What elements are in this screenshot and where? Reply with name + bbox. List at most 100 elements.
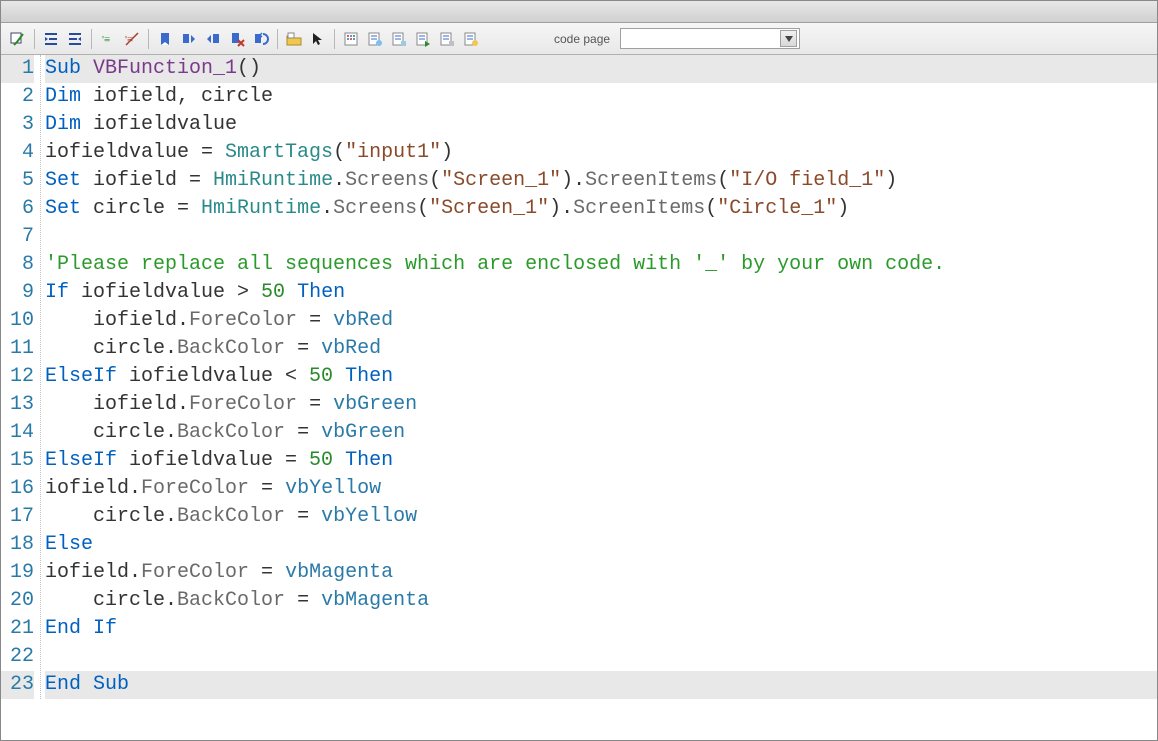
code-token: circle.: [45, 589, 177, 612]
code-line[interactable]: [45, 223, 1157, 251]
window-frame: '≡ '≡: [0, 0, 1158, 741]
code-line[interactable]: Dim iofieldvalue: [45, 111, 1157, 139]
code-line[interactable]: Else: [45, 531, 1157, 559]
code-line[interactable]: [45, 643, 1157, 671]
code-token: ForeColor: [141, 477, 249, 500]
code-token: Then: [285, 281, 345, 304]
line-number: 1: [1, 55, 34, 83]
check-syntax-icon: [10, 31, 26, 47]
code-line[interactable]: circle.BackColor = vbGreen: [45, 419, 1157, 447]
code-token: Dim: [45, 113, 93, 136]
prev-bookmark-icon: [205, 31, 221, 47]
code-token: ): [441, 141, 453, 164]
code-token: circle.: [45, 421, 177, 444]
line-number: 21: [1, 615, 34, 643]
code-token: ElseIf: [45, 365, 129, 388]
check-syntax-button[interactable]: [7, 28, 29, 50]
code-line[interactable]: iofieldvalue = SmartTags("input1"): [45, 139, 1157, 167]
line-number: 6: [1, 195, 34, 223]
comment-icon: '≡: [100, 31, 116, 47]
code-token: BackColor: [177, 505, 285, 528]
code-token: vbRed: [333, 309, 393, 332]
line-number: 22: [1, 643, 34, 671]
code-line[interactable]: circle.BackColor = vbRed: [45, 335, 1157, 363]
code-token: (: [717, 169, 729, 192]
code-line[interactable]: If iofieldvalue > 50 Then: [45, 279, 1157, 307]
script-template-2-button[interactable]: [388, 28, 410, 50]
code-token: Screens: [333, 197, 417, 220]
code-token: "Screen_1": [429, 197, 549, 220]
code-token: iofieldvalue =: [45, 141, 225, 164]
code-token: iofield.: [45, 393, 189, 416]
code-line[interactable]: iofield.ForeColor = vbRed: [45, 307, 1157, 335]
code-token: iofieldvalue: [93, 113, 237, 136]
code-line[interactable]: circle.BackColor = vbYellow: [45, 503, 1157, 531]
code-token: "I/O field_1": [729, 169, 885, 192]
code-token: ForeColor: [141, 561, 249, 584]
line-number: 4: [1, 139, 34, 167]
goto-bookmark-button[interactable]: [250, 28, 272, 50]
prev-bookmark-button[interactable]: [202, 28, 224, 50]
code-token: ).: [561, 169, 585, 192]
script-template-1-button[interactable]: [364, 28, 386, 50]
code-token: "Circle_1": [717, 197, 837, 220]
code-line[interactable]: iofield.ForeColor = vbMagenta: [45, 559, 1157, 587]
code-line[interactable]: Dim iofield, circle: [45, 83, 1157, 111]
toggle-bookmark-button[interactable]: [154, 28, 176, 50]
code-line[interactable]: ElseIf iofieldvalue = 50 Then: [45, 447, 1157, 475]
code-line[interactable]: iofield.ForeColor = vbGreen: [45, 391, 1157, 419]
code-line[interactable]: End Sub: [45, 671, 1157, 699]
comment-button[interactable]: '≡: [97, 28, 119, 50]
code-token: ForeColor: [189, 309, 297, 332]
code-token: (: [429, 169, 441, 192]
code-token: iofieldvalue =: [129, 449, 309, 472]
line-number: 9: [1, 279, 34, 307]
line-number-gutter: 1234567891011121314151617181920212223: [1, 55, 41, 699]
next-bookmark-button[interactable]: [178, 28, 200, 50]
outdent-button[interactable]: [64, 28, 86, 50]
line-number: 23: [1, 671, 34, 699]
code-token: HmiRuntime: [213, 169, 333, 192]
code-line[interactable]: Set iofield = HmiRuntime.Screens("Screen…: [45, 167, 1157, 195]
code-token: Dim: [45, 85, 93, 108]
line-number: 14: [1, 419, 34, 447]
code-token: ScreenItems: [573, 197, 705, 220]
line-number: 2: [1, 83, 34, 111]
code-token: "Screen_1": [441, 169, 561, 192]
script-template-4-button[interactable]: [436, 28, 458, 50]
codepage-select[interactable]: [620, 28, 800, 49]
uncomment-button[interactable]: '≡: [121, 28, 143, 50]
clear-bookmarks-button[interactable]: [226, 28, 248, 50]
titlebar: [1, 1, 1157, 23]
code-token: circle =: [93, 197, 201, 220]
code-line[interactable]: iofield.ForeColor = vbYellow: [45, 475, 1157, 503]
code-token: (: [417, 197, 429, 220]
object-list-button[interactable]: [340, 28, 362, 50]
code-content[interactable]: Sub VBFunction_1()Dim iofield, circleDim…: [41, 55, 1157, 699]
script-template-3-button[interactable]: [412, 28, 434, 50]
code-token: ScreenItems: [585, 169, 717, 192]
open-folder-button[interactable]: [283, 28, 305, 50]
code-token: Screens: [345, 169, 429, 192]
code-line[interactable]: Sub VBFunction_1(): [45, 55, 1157, 83]
code-line[interactable]: End If: [45, 615, 1157, 643]
code-line[interactable]: circle.BackColor = vbMagenta: [45, 587, 1157, 615]
code-token: Set: [45, 169, 93, 192]
code-token: BackColor: [177, 337, 285, 360]
code-token: iofield, circle: [93, 85, 273, 108]
indent-button[interactable]: [40, 28, 62, 50]
clear-bookmarks-icon: [229, 31, 245, 47]
line-number: 15: [1, 447, 34, 475]
code-token: ): [885, 169, 897, 192]
code-token: vbYellow: [285, 477, 381, 500]
code-editor[interactable]: 1234567891011121314151617181920212223 Su…: [1, 55, 1157, 699]
code-line[interactable]: 'Please replace all sequences which are …: [45, 251, 1157, 279]
code-token: Sub: [45, 57, 93, 80]
script-template-5-button[interactable]: [460, 28, 482, 50]
pointer-button[interactable]: [307, 28, 329, 50]
code-token: BackColor: [177, 421, 285, 444]
code-line[interactable]: Set circle = HmiRuntime.Screens("Screen_…: [45, 195, 1157, 223]
code-line[interactable]: ElseIf iofieldvalue < 50 Then: [45, 363, 1157, 391]
line-number: 19: [1, 559, 34, 587]
code-token: vbMagenta: [321, 589, 429, 612]
